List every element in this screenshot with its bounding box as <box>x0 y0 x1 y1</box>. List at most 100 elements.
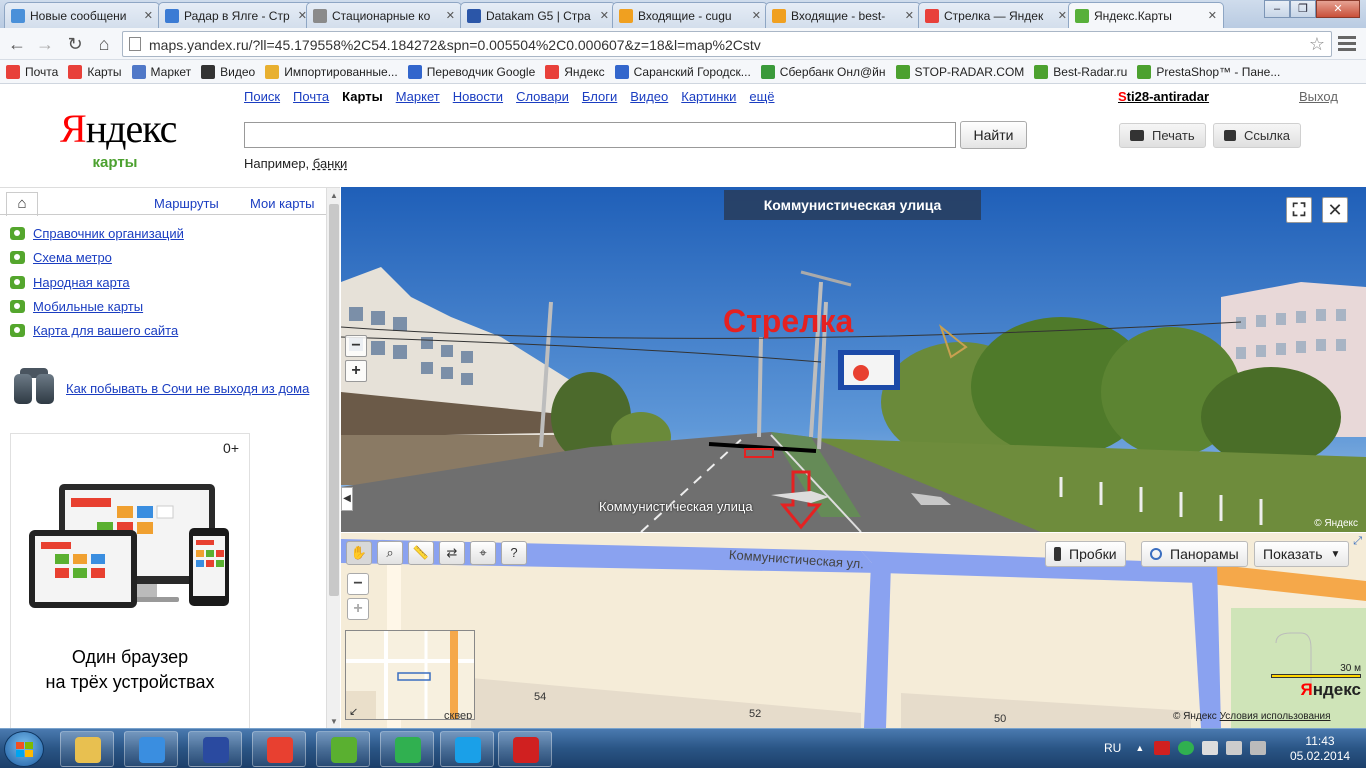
link-mobile-maps[interactable]: Мобильные карты <box>10 299 143 314</box>
clock[interactable]: 11:43 05.02.2014 <box>1290 734 1350 764</box>
print-button[interactable]: Печать <box>1119 123 1206 148</box>
street-map[interactable]: Коммунистическая ул. ✋ ⌕ 📏 ⇄ ⌖? Пробки Панор… <box>341 533 1366 728</box>
browser-ad[interactable]: 0+ Один браузер на трёх устройствах <box>10 433 250 733</box>
tab-close-icon[interactable]: ✕ <box>905 9 914 22</box>
zoom-tool-icon[interactable]: ⌕ <box>377 541 403 565</box>
yandex-logo[interactable]: Яндекс карты <box>60 109 177 172</box>
bookmark-item[interactable]: STOP-RADAR.COM <box>895 64 1024 79</box>
promo-link[interactable]: Как побывать в Сочи не выходя из дома <box>66 381 309 396</box>
scroll-up-icon[interactable]: ▲ <box>330 191 338 200</box>
back-icon[interactable]: ← <box>6 33 28 55</box>
browser-tab[interactable]: Входящие - cugu ✕ <box>612 2 768 28</box>
link-people-map[interactable]: Народная карта <box>10 275 130 290</box>
logout-link[interactable]: Выход <box>1299 89 1338 104</box>
ruler-tool-icon[interactable]: 📏 <box>408 541 434 565</box>
minimize-icon[interactable]: ‒ <box>1264 0 1290 18</box>
terms-link[interactable]: Условия использования <box>1220 711 1331 722</box>
network-icon[interactable] <box>1226 741 1243 755</box>
taskbar-kaspersky[interactable] <box>498 731 552 767</box>
close-window-icon[interactable]: ✕ <box>1316 0 1360 18</box>
forward-icon[interactable]: → <box>34 33 56 55</box>
scroll-thumb[interactable] <box>329 204 339 596</box>
service-link[interactable]: Поиск <box>244 89 280 104</box>
reload-icon[interactable]: ↻ <box>64 33 86 55</box>
hand-tool-icon[interactable]: ✋ <box>346 541 372 565</box>
service-link[interactable]: Видео <box>630 89 668 104</box>
link-metro-map[interactable]: Схема метро <box>10 250 112 265</box>
browser-tab[interactable]: Радар в Ялге - Стр ✕ <box>158 2 314 28</box>
bookmark-star-icon[interactable]: ☆ <box>1309 34 1325 55</box>
bookmark-item[interactable]: Видео <box>201 64 255 79</box>
browser-tab[interactable]: Стрелка — Яндек ✕ <box>918 2 1074 28</box>
tab-close-icon[interactable]: ✕ <box>446 9 455 22</box>
address-url[interactable]: maps.yandex.ru/?ll=45.179558%2C54.184272… <box>149 37 761 53</box>
service-link[interactable]: Блоги <box>582 89 617 104</box>
tab-close-icon[interactable]: ✕ <box>600 9 609 22</box>
panorama-zoom-in-icon[interactable]: + <box>345 360 367 382</box>
example-link[interactable]: банки <box>313 156 348 171</box>
browser-tab[interactable]: Входящие - best- ✕ <box>765 2 921 28</box>
browser-tab[interactable]: Яндекс.Карты ✕ <box>1068 2 1224 28</box>
browser-tab[interactable]: Новые сообщени ✕ <box>4 2 160 28</box>
link-site-map[interactable]: Карта для вашего сайта <box>10 323 178 338</box>
tab-my-maps[interactable]: Мои карты <box>250 196 315 211</box>
bookmark-item[interactable]: Сбербанк Онл@йн <box>760 64 886 79</box>
route-tool-icon[interactable]: ⇄ <box>439 541 465 565</box>
start-button[interactable] <box>4 731 44 767</box>
user-link[interactable]: Sti28-antiradar <box>1118 89 1209 104</box>
tab-routes[interactable]: Маршруты <box>154 196 219 211</box>
minimap-collapse-icon[interactable]: ↙ <box>349 705 358 718</box>
taskbar-chrome[interactable] <box>252 731 306 767</box>
close-panorama-icon[interactable]: ✕ <box>1322 197 1348 223</box>
fullscreen-icon[interactable]: ⛶ <box>1286 197 1312 223</box>
info-tool-icon[interactable]: ? <box>501 541 527 565</box>
service-link[interactable]: Картинки <box>681 89 736 104</box>
bookmark-item[interactable]: Маркет <box>131 64 191 79</box>
device-tray-icon[interactable] <box>1202 741 1219 755</box>
bookmark-item[interactable]: Саранский Городск... <box>614 64 751 79</box>
left-scrollbar[interactable]: ▲ ▼ <box>326 188 340 729</box>
map-zoom-out-icon[interactable]: − <box>347 573 369 595</box>
bookmark-item[interactable]: Импортированные... <box>265 64 398 79</box>
service-link[interactable]: Маркет <box>396 89 440 104</box>
address-bar[interactable]: maps.yandex.ru/?ll=45.179558%2C54.184272… <box>122 31 1332 57</box>
kaspersky-tray-icon[interactable] <box>1154 741 1171 755</box>
maximize-icon[interactable]: ❐ <box>1290 0 1316 18</box>
mail-tray-icon[interactable] <box>1178 741 1195 755</box>
volume-icon[interactable] <box>1250 741 1267 755</box>
service-link[interactable]: Новости <box>453 89 503 104</box>
show-layers-button[interactable]: Показать ▼ <box>1254 541 1350 567</box>
street-panorama[interactable]: Коммунистическая улица ⛶ ✕ − + Стрелка К… <box>341 187 1366 532</box>
browser-tab[interactable]: Стационарные ко ✕ <box>306 2 462 28</box>
service-link[interactable]: ещё <box>749 89 774 104</box>
traffic-button[interactable]: Пробки <box>1045 541 1126 567</box>
bookmark-item[interactable]: PrestaShop™ - Пане... <box>1137 64 1280 79</box>
service-link[interactable]: Почта <box>293 89 329 104</box>
taskbar-skype[interactable] <box>440 731 494 767</box>
tab-close-icon[interactable]: ✕ <box>144 9 153 22</box>
link-button[interactable]: Ссылка <box>1213 123 1302 148</box>
service-link[interactable]: Словари <box>516 89 569 104</box>
map-zoom-in-icon[interactable]: + <box>347 598 369 620</box>
bookmark-item[interactable]: Карты <box>68 64 122 79</box>
language-indicator[interactable]: RU <box>1104 741 1121 755</box>
scroll-down-icon[interactable]: ▼ <box>330 717 338 726</box>
tray-expand-icon[interactable]: ▲ <box>1135 743 1144 753</box>
search-input[interactable] <box>244 122 956 148</box>
tab-close-icon[interactable]: ✕ <box>1058 9 1067 22</box>
bookmark-item[interactable]: Яндекс <box>545 64 605 79</box>
link-org-directory[interactable]: Справочник организаций <box>10 226 184 241</box>
browser-tab[interactable]: Datakam G5 | Стра ✕ <box>460 2 616 28</box>
bookmark-item[interactable]: Best-Radar.ru <box>1034 64 1127 79</box>
taskbar-icq[interactable] <box>316 731 370 767</box>
collapse-panel-icon[interactable]: ◀ <box>341 487 353 511</box>
find-button[interactable]: Найти <box>960 121 1027 149</box>
taskbar-explorer[interactable] <box>60 731 114 767</box>
menu-icon[interactable] <box>1338 36 1356 52</box>
service-link[interactable]: Карты <box>342 89 383 104</box>
panorama-zoom-out-icon[interactable]: − <box>345 335 367 357</box>
taskbar-save[interactable] <box>188 731 242 767</box>
tab-close-icon[interactable]: ✕ <box>752 9 761 22</box>
map-resize-icon[interactable]: ⤢ <box>1353 535 1362 548</box>
bookmark-item[interactable]: Переводчик Google <box>407 64 535 79</box>
